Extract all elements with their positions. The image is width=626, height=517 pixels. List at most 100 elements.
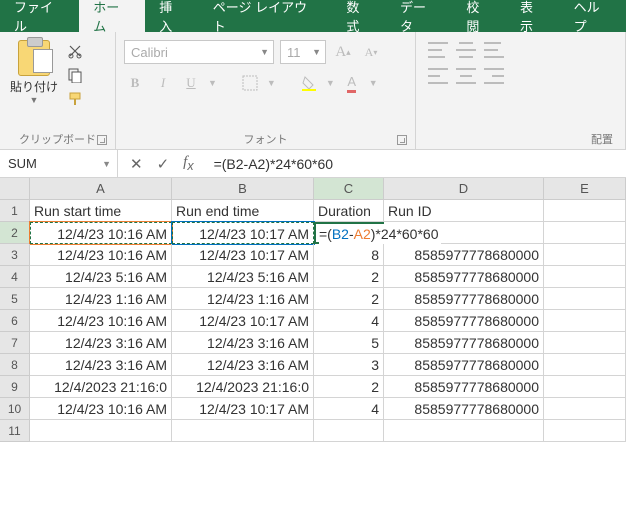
cell[interactable] <box>544 222 626 244</box>
cell[interactable]: 12/4/23 3:16 AM <box>172 354 314 376</box>
align-left-button[interactable] <box>428 68 448 84</box>
col-header-E[interactable]: E <box>544 178 626 200</box>
chevron-down-icon[interactable]: ▼ <box>102 159 111 169</box>
copy-button[interactable] <box>66 66 84 84</box>
select-all-corner[interactable] <box>0 178 30 200</box>
cell[interactable]: 12/4/23 5:16 AM <box>172 266 314 288</box>
row-header[interactable]: 3 <box>0 244 30 266</box>
cell[interactable]: 8585977778680000 <box>384 310 544 332</box>
align-top-button[interactable] <box>428 42 448 58</box>
cell[interactable] <box>544 332 626 354</box>
active-cell-C2[interactable]: =(B2-A2)*24*60*60 <box>314 222 384 244</box>
tab-insert[interactable]: 挿入 <box>145 0 199 32</box>
borders-button[interactable] <box>239 72 261 94</box>
col-header-C[interactable]: C <box>314 178 384 200</box>
cell[interactable]: 12/4/23 3:16 AM <box>30 332 172 354</box>
cell[interactable] <box>544 200 626 222</box>
align-center-button[interactable] <box>456 68 476 84</box>
chevron-down-icon[interactable]: ▼ <box>30 95 39 105</box>
cell[interactable] <box>384 420 544 442</box>
italic-button[interactable]: I <box>152 72 174 94</box>
cell[interactable]: 8585977778680000 <box>384 288 544 310</box>
enter-formula-button[interactable]: ✓ <box>157 155 170 173</box>
cell[interactable]: 2 <box>314 376 384 398</box>
cell[interactable]: 8585977778680000 <box>384 332 544 354</box>
formula-input[interactable]: =(B2-A2)*24*60*60 <box>206 156 626 172</box>
align-right-button[interactable] <box>484 68 504 84</box>
cell-referenced-A2[interactable]: 12/4/23 10:16 AM <box>30 222 172 244</box>
cell[interactable]: 3 <box>314 354 384 376</box>
increase-font-button[interactable]: A▴ <box>332 41 354 63</box>
fill-color-button[interactable] <box>298 72 320 94</box>
cell[interactable]: 12/4/23 3:16 AM <box>172 332 314 354</box>
tab-view[interactable]: 表示 <box>506 0 560 32</box>
cell[interactable]: 4 <box>314 310 384 332</box>
underline-button[interactable]: U <box>180 72 202 94</box>
fx-button[interactable]: fx <box>183 154 193 173</box>
tab-review[interactable]: 校閲 <box>452 0 506 32</box>
chevron-down-icon[interactable]: ▼ <box>267 78 276 88</box>
chevron-down-icon[interactable]: ▼ <box>326 78 335 88</box>
row-header[interactable]: 8 <box>0 354 30 376</box>
cell[interactable]: 5 <box>314 332 384 354</box>
cell[interactable]: 12/4/23 10:17 AM <box>172 244 314 266</box>
cell[interactable] <box>544 420 626 442</box>
clipboard-dialog-launcher[interactable] <box>97 135 107 145</box>
tab-home[interactable]: ホーム <box>79 0 145 32</box>
cell[interactable]: 8 <box>314 244 384 266</box>
cell[interactable]: 12/4/23 10:16 AM <box>30 310 172 332</box>
font-name-combo[interactable]: Calibri▼ <box>124 40 274 64</box>
col-header-B[interactable]: B <box>172 178 314 200</box>
row-header[interactable]: 5 <box>0 288 30 310</box>
chevron-down-icon[interactable]: ▼ <box>208 78 217 88</box>
row-header[interactable]: 10 <box>0 398 30 420</box>
paste-button[interactable]: 貼り付け ▼ <box>8 40 60 108</box>
tab-help[interactable]: ヘルプ <box>560 0 626 32</box>
cell[interactable]: 2 <box>314 288 384 310</box>
cell[interactable] <box>544 310 626 332</box>
cell[interactable]: 12/4/23 1:16 AM <box>30 288 172 310</box>
cell[interactable]: 12/4/2023 21:16:0 <box>30 376 172 398</box>
align-bottom-button[interactable] <box>484 42 504 58</box>
cell[interactable]: 12/4/23 1:16 AM <box>172 288 314 310</box>
cell[interactable]: 12/4/23 10:16 AM <box>30 244 172 266</box>
cell[interactable] <box>544 244 626 266</box>
cell[interactable]: 8585977778680000 <box>384 376 544 398</box>
tab-data[interactable]: データ <box>386 0 452 32</box>
cell[interactable]: 2 <box>314 266 384 288</box>
cell[interactable]: 4 <box>314 398 384 420</box>
format-painter-button[interactable] <box>66 90 84 108</box>
row-header[interactable]: 6 <box>0 310 30 332</box>
cell[interactable] <box>314 420 384 442</box>
bold-button[interactable]: B <box>124 72 146 94</box>
cell[interactable]: 12/4/23 5:16 AM <box>30 266 172 288</box>
cell[interactable] <box>172 420 314 442</box>
cell[interactable]: 12/4/23 10:17 AM <box>172 398 314 420</box>
cell[interactable]: 12/4/23 10:16 AM <box>30 398 172 420</box>
cell[interactable]: 12/4/2023 21:16:0 <box>172 376 314 398</box>
decrease-font-button[interactable]: A▾ <box>360 41 382 63</box>
col-header-D[interactable]: D <box>384 178 544 200</box>
cell[interactable]: 12/4/23 10:17 AM <box>172 310 314 332</box>
cell-referenced-B2[interactable]: 12/4/23 10:17 AM <box>172 222 314 244</box>
cell[interactable]: Duration <box>314 200 384 222</box>
cell[interactable]: 8585977778680000 <box>384 354 544 376</box>
row-header[interactable]: 11 <box>0 420 30 442</box>
cell[interactable] <box>30 420 172 442</box>
cell[interactable] <box>544 266 626 288</box>
cell[interactable] <box>544 288 626 310</box>
row-header[interactable]: 9 <box>0 376 30 398</box>
align-middle-button[interactable] <box>456 42 476 58</box>
cut-button[interactable] <box>66 42 84 60</box>
col-header-A[interactable]: A <box>30 178 172 200</box>
font-color-button[interactable]: A <box>341 72 363 94</box>
row-header[interactable]: 4 <box>0 266 30 288</box>
tab-file[interactable]: ファイル <box>0 0 79 32</box>
cell[interactable]: 8585977778680000 <box>384 266 544 288</box>
row-header[interactable]: 2 <box>0 222 30 244</box>
cell[interactable]: 12/4/23 3:16 AM <box>30 354 172 376</box>
chevron-down-icon[interactable]: ▼ <box>369 78 378 88</box>
name-box[interactable]: SUM▼ <box>0 150 118 177</box>
row-header[interactable]: 7 <box>0 332 30 354</box>
font-dialog-launcher[interactable] <box>397 135 407 145</box>
